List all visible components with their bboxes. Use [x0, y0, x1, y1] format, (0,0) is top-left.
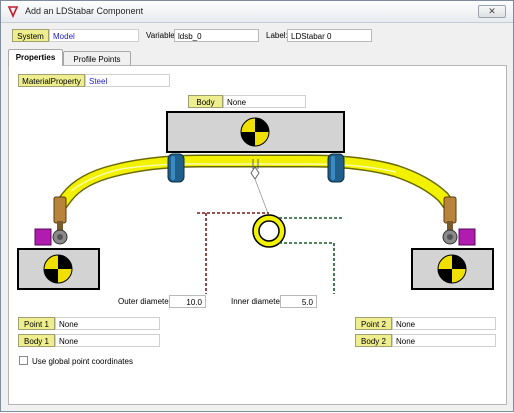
body2-button[interactable]: Body 2: [355, 334, 392, 347]
variable-input[interactable]: ldsb_0: [174, 29, 259, 42]
point1-button[interactable]: Point 1: [18, 317, 55, 330]
app-icon: [7, 6, 19, 18]
point1-value[interactable]: None: [55, 317, 160, 330]
body1-button[interactable]: Body 1: [18, 334, 55, 347]
tab-profile-points[interactable]: Profile Points: [63, 51, 131, 66]
tab-properties[interactable]: Properties: [8, 49, 63, 66]
body-button[interactable]: Body: [188, 95, 223, 108]
close-icon: ✕: [488, 6, 496, 16]
point2-value[interactable]: None: [392, 317, 496, 330]
label-input[interactable]: LDStabar 0: [287, 29, 372, 42]
title-bar: Add an LDStabar Component ✕: [1, 1, 513, 23]
inner-diameter-label: Inner diameter:: [231, 297, 285, 306]
window-title: Add an LDStabar Component: [25, 6, 144, 16]
inner-diameter-input[interactable]: 5.0: [280, 295, 317, 308]
label-label: Label:: [266, 31, 288, 40]
close-button[interactable]: ✕: [478, 5, 506, 18]
global-coords-checkbox[interactable]: [19, 356, 28, 365]
global-coords-label: Use global point coordinates: [32, 357, 133, 366]
material-property-value[interactable]: Steel: [85, 74, 170, 87]
body1-value[interactable]: None: [55, 334, 160, 347]
body2-value[interactable]: None: [392, 334, 496, 347]
variable-label: Variable:: [146, 31, 177, 40]
outer-diameter-label: Outer diameter:: [118, 297, 174, 306]
outer-diameter-input[interactable]: 10.0: [169, 295, 206, 308]
system-button[interactable]: System: [12, 29, 49, 42]
dialog-window: Add an LDStabar Component ✕ System Model…: [0, 0, 514, 412]
body-value[interactable]: None: [223, 95, 306, 108]
material-property-button[interactable]: MaterialProperty: [18, 74, 85, 87]
point2-button[interactable]: Point 2: [355, 317, 392, 330]
properties-panel: [8, 65, 507, 405]
system-value[interactable]: Model: [49, 29, 139, 42]
